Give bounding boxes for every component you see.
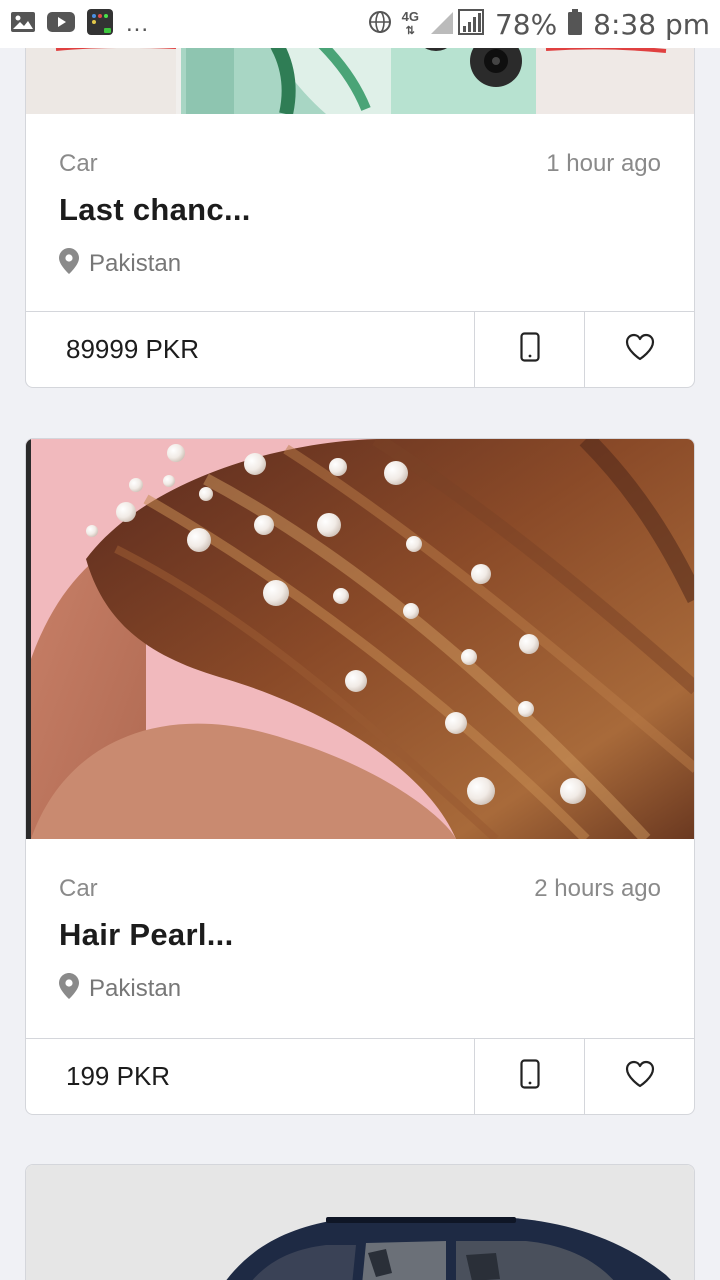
network-type: 4G ⇅ [401, 9, 419, 37]
status-bar: ... 4G ⇅ 78% 8:38 pm [0, 0, 720, 48]
listing-category: Car [59, 875, 98, 902]
battery-icon [567, 8, 583, 41]
listing-location: Pakistan [59, 248, 181, 279]
more-notifications: ... [126, 10, 150, 37]
heart-icon [625, 1060, 655, 1093]
phone-icon [519, 1059, 540, 1094]
listing-time: 2 hours ago [534, 875, 661, 902]
listing-image[interactable] [26, 1165, 694, 1280]
listing-title[interactable]: Hair Pearl... [59, 917, 234, 953]
heart-icon [625, 333, 655, 366]
listing-title[interactable]: Last chanc... [59, 192, 251, 228]
globe-icon [368, 10, 392, 39]
gallery-icon [10, 11, 36, 38]
listing-card[interactable] [25, 1164, 695, 1280]
listing-time: 1 hour ago [546, 150, 661, 177]
listing-footer: 199 PKR [26, 1038, 694, 1114]
listing-category: Car [59, 150, 98, 177]
location-pin-icon [59, 973, 79, 1004]
listing-footer: 89999 PKR [26, 311, 694, 387]
listing-location: Pakistan [59, 973, 181, 1004]
call-button[interactable] [474, 1039, 584, 1114]
phone-icon [519, 332, 540, 367]
listing-card[interactable]: Car 2 hours ago Hair Pearl... Pakistan 1… [25, 438, 695, 1115]
battery-percent: 78% [494, 7, 558, 41]
listing-price: 199 PKR [66, 1061, 171, 1091]
signal-icon [429, 8, 485, 41]
listing-card[interactable]: Car 1 hour ago Last chanc... Pakistan 89… [25, 0, 695, 388]
call-button[interactable] [474, 312, 584, 387]
favorite-button[interactable] [584, 1039, 694, 1114]
clock: 8:38 pm [593, 7, 710, 41]
listing-image[interactable] [26, 439, 694, 839]
favorite-button[interactable] [584, 312, 694, 387]
location-pin-icon [59, 248, 79, 279]
app-icon [86, 8, 114, 41]
listing-price: 89999 PKR [66, 334, 199, 364]
youtube-icon [46, 11, 76, 38]
location-text: Pakistan [89, 974, 182, 1002]
location-text: Pakistan [89, 249, 182, 277]
